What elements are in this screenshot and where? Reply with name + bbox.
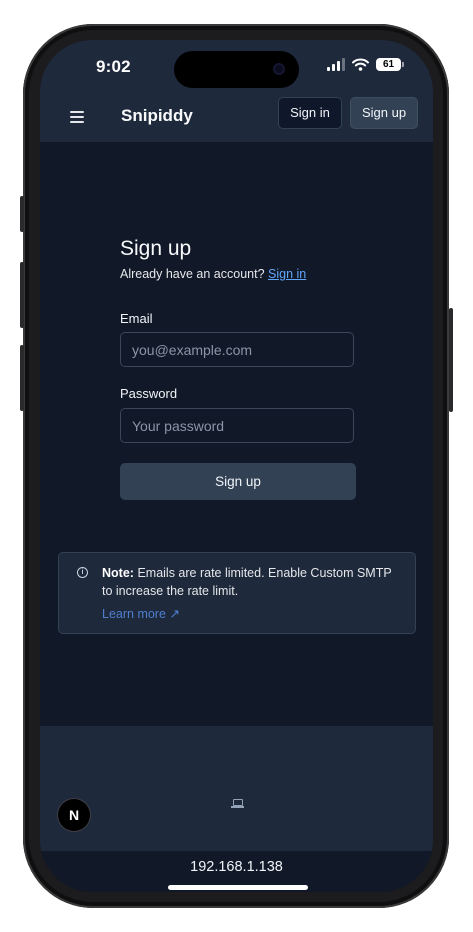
dynamic-island xyxy=(174,51,299,88)
page-footer xyxy=(40,726,433,851)
rate-limit-note: i Note: Emails are rate limited. Enable … xyxy=(58,552,416,634)
action-button xyxy=(20,196,24,232)
sign-in-prompt-text: Already have an account? xyxy=(120,267,265,281)
screen: 9:02 61 Snipiddy Sign in Sign up Sign up… xyxy=(40,40,433,892)
email-label: Email xyxy=(120,311,153,326)
status-bar: 9:02 61 xyxy=(40,40,433,94)
nextjs-dev-badge[interactable]: N xyxy=(58,799,90,831)
status-icons: 61 xyxy=(327,58,404,71)
page-title: Sign up xyxy=(120,237,192,260)
cellular-signal-icon xyxy=(327,58,345,71)
sign-in-prompt: Already have an account? Sign in xyxy=(120,267,306,281)
note-body: Emails are rate limited. Enable Custom S… xyxy=(102,566,392,598)
note-text: Note: Emails are rate limited. Enable Cu… xyxy=(102,564,392,600)
header-sign-in-button[interactable]: Sign in xyxy=(278,97,342,129)
battery-icon: 61 xyxy=(376,58,404,71)
sign-up-submit-button[interactable]: Sign up xyxy=(120,463,356,500)
email-field[interactable] xyxy=(120,332,354,367)
note-heading: Note: xyxy=(102,566,134,580)
volume-up-button xyxy=(20,262,24,328)
sign-in-link[interactable]: Sign in xyxy=(268,267,306,281)
learn-more-link[interactable]: Learn more ↗ xyxy=(102,606,180,621)
info-icon: i xyxy=(77,567,88,578)
password-field[interactable] xyxy=(120,408,354,443)
home-indicator[interactable] xyxy=(168,885,308,890)
wifi-icon xyxy=(352,58,369,71)
camera-icon xyxy=(273,63,285,75)
menu-icon[interactable] xyxy=(70,111,84,123)
brand-name[interactable]: Snipiddy xyxy=(121,105,193,127)
header-sign-up-button[interactable]: Sign up xyxy=(350,97,418,129)
url-text: 192.168.1.138 xyxy=(190,859,283,875)
top-navbar: Snipiddy Sign in Sign up xyxy=(40,94,433,142)
password-label: Password xyxy=(120,386,178,401)
volume-down-button xyxy=(20,345,24,411)
power-button xyxy=(449,308,453,412)
sign-up-form: Sign up Already have an account? Sign in… xyxy=(40,142,433,726)
laptop-icon[interactable] xyxy=(231,799,244,808)
status-time: 9:02 xyxy=(96,57,131,76)
